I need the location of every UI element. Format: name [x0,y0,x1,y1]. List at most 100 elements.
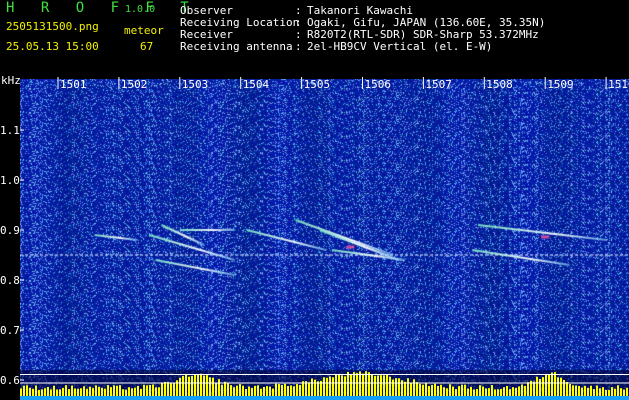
level-bar-base [458,396,461,400]
level-bar [542,377,544,396]
level-bar-base [569,396,572,400]
level-bar [137,385,139,396]
level-bar [593,389,595,396]
level-bar [470,386,472,396]
level-bar-base [377,396,380,400]
level-bar [524,385,526,396]
level-bar-base [491,396,494,400]
level-bar [575,385,577,396]
level-bar [353,372,355,396]
level-bar [56,389,58,396]
level-bar [398,378,400,396]
level-bar-base [506,396,509,400]
level-bar-base [329,396,332,400]
level-bar [530,380,532,396]
level-bar [452,386,454,396]
level-bar [551,372,553,396]
level-bar-base [65,396,68,400]
level-bar [587,387,589,396]
level-bar [254,385,256,396]
level-bar-base [407,396,410,400]
level-bar-base [80,396,83,400]
level-bar [206,375,208,396]
level-bar [80,388,82,396]
level-bar-base [566,396,569,400]
level-bar-base [125,396,128,400]
level-bar-base [50,396,53,400]
level-bar-base [239,396,242,400]
level-bar-base [206,396,209,400]
level-bar [47,386,49,396]
level-bar [422,384,424,396]
level-bar [374,375,376,396]
level-bar-base [32,396,35,400]
level-bar-base [164,396,167,400]
level-bar [77,388,79,396]
level-bar [194,374,196,396]
level-bar [458,386,460,396]
level-bar [440,384,442,396]
level-bar [350,374,352,396]
level-bar [185,374,187,396]
level-bar-base [332,396,335,400]
level-bar-base [575,396,578,400]
level-bar [128,387,130,396]
level-bar-base [587,396,590,400]
level-bar-base [536,396,539,400]
level-bar-base [335,396,338,400]
level-bar-base [266,396,269,400]
level-bar-base [341,396,344,400]
level-bar [140,388,142,396]
level-bar [86,388,88,396]
level-bar [275,383,277,396]
level-bar-base [218,396,221,400]
level-bar-base [437,396,440,400]
level-bar-base [380,396,383,400]
level-bar-base [530,396,533,400]
level-bar [533,381,535,396]
level-bar-base [170,396,173,400]
level-bar [428,386,430,396]
level-bar-base [338,396,341,400]
level-bar-base [293,396,296,400]
level-bar-base [26,396,29,400]
level-bar-base [308,396,311,400]
app-version: 1.0.0 [125,4,156,15]
level-bar [302,381,304,396]
level-bar [218,379,220,396]
level-bar-base [323,396,326,400]
level-bar [116,385,118,396]
level-bar [395,378,397,396]
level-bar-base [320,396,323,400]
level-bar-base [557,396,560,400]
level-bar-base [602,396,605,400]
level-bar [68,389,70,396]
level-bar [158,387,160,396]
level-bar [311,378,313,396]
level-bar [209,377,211,396]
level-bar [386,374,388,396]
spectrogram-canvas [20,79,629,400]
level-bar [500,389,502,396]
level-bar-base [278,396,281,400]
level-bar-base [347,396,350,400]
level-bar-base [518,396,521,400]
level-bar [518,386,520,396]
level-bar-base [512,396,515,400]
level-bar [62,387,64,396]
level-bar [146,385,148,396]
level-bar [467,388,469,396]
level-bar-base [368,396,371,400]
level-bar-base [434,396,437,400]
level-bar-base [197,396,200,400]
level-bar-base [596,396,599,400]
level-bar [572,385,574,396]
level-bar [212,377,214,396]
level-bar [323,377,325,396]
level-bar-base [194,396,197,400]
level-bar-base [149,396,152,400]
level-bar-base [68,396,71,400]
level-bar-base [284,396,287,400]
level-bar [494,389,496,396]
level-bar-base [227,396,230,400]
